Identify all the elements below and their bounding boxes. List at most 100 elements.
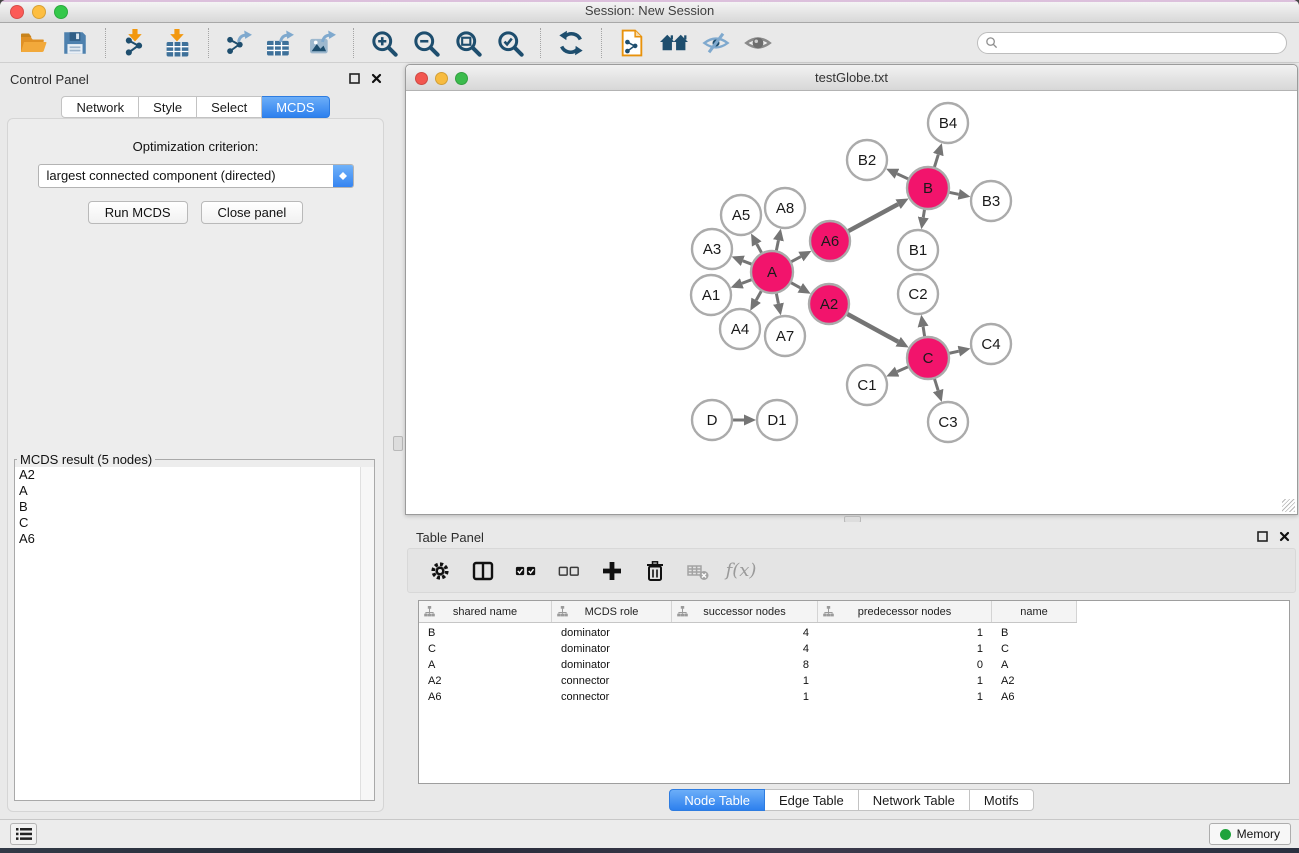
result-item[interactable]: C <box>15 515 374 531</box>
network-canvas[interactable]: B4 B2 B B3 A8A5 A6 A3 B1 A A1 C2 A2 A4A7 C4 C C1 C3 D D1 <box>406 91 1297 514</box>
maximize-window-icon[interactable] <box>54 5 68 19</box>
minimize-window-icon[interactable] <box>32 5 46 19</box>
task-history-button[interactable] <box>10 823 37 845</box>
import-network-button[interactable] <box>115 26 157 60</box>
column-header-predecessor-nodes[interactable]: predecessor nodes <box>818 601 992 622</box>
column-header-successor-nodes[interactable]: successor nodes <box>672 601 818 622</box>
save-session-button[interactable] <box>54 26 96 60</box>
node-B4[interactable]: B4 <box>928 103 968 143</box>
table-cell: A <box>992 659 1077 671</box>
network-window-title: testGlobe.txt <box>406 65 1297 90</box>
result-item[interactable]: B <box>15 499 374 515</box>
node-C[interactable]: C <box>907 337 949 379</box>
table-row[interactable]: Cdominator41C <box>419 641 1289 657</box>
home-button[interactable] <box>653 26 695 60</box>
result-item[interactable]: A6 <box>15 531 374 547</box>
zoom-out-button[interactable] <box>405 26 447 60</box>
table-row[interactable]: Bdominator41B <box>419 625 1289 641</box>
result-item[interactable]: A2 <box>15 467 374 483</box>
resize-grip[interactable] <box>1282 499 1295 512</box>
export-network-button[interactable] <box>218 26 260 60</box>
node-label: C3 <box>938 414 957 431</box>
tab-mcds[interactable]: MCDS <box>262 96 329 118</box>
desktop-edge <box>0 848 1299 853</box>
zoom-in-button[interactable] <box>363 26 405 60</box>
tab-motifs[interactable]: Motifs <box>970 789 1034 811</box>
export-image-button[interactable] <box>302 26 344 60</box>
run-mcds-button[interactable]: Run MCDS <box>88 201 188 224</box>
refresh-button[interactable] <box>550 26 592 60</box>
edge-A2-C[interactable] <box>845 313 898 342</box>
split-columns-button[interactable] <box>465 553 501 589</box>
float-panel-icon[interactable] <box>1257 531 1268 542</box>
node-A8[interactable]: A8 <box>765 188 805 228</box>
node-D1[interactable]: D1 <box>757 400 797 440</box>
search-box[interactable] <box>977 32 1287 54</box>
zoom-fit-button[interactable] <box>447 26 489 60</box>
table-cell: C <box>419 643 552 655</box>
column-header-name[interactable]: name <box>992 601 1077 622</box>
criterion-dropdown[interactable]: largest connected component (directed) <box>38 164 354 188</box>
minimize-network-icon[interactable] <box>435 72 448 85</box>
tab-node-table[interactable]: Node Table <box>669 789 765 811</box>
deselect-all-columns-button[interactable] <box>551 553 587 589</box>
search-input[interactable] <box>1003 34 1279 52</box>
node-B2[interactable]: B2 <box>847 140 887 180</box>
settings-button[interactable] <box>422 553 458 589</box>
vertical-splitter[interactable] <box>391 64 404 820</box>
node-A3[interactable]: A3 <box>692 229 732 269</box>
node-A5[interactable]: A5 <box>721 195 761 235</box>
result-item[interactable]: A <box>15 483 374 499</box>
node-A[interactable]: A <box>751 251 793 293</box>
network-canvas-wrap[interactable]: B4 B2 B B3 A8A5 A6 A3 B1 A A1 C2 A2 A4A7 C4 C C1 C3 D D1 <box>406 91 1297 514</box>
horizontal-splitter[interactable] <box>404 515 1299 522</box>
table-row[interactable]: Adominator80A <box>419 657 1289 673</box>
node-B[interactable]: B <box>907 167 949 209</box>
memory-button[interactable]: Memory <box>1209 823 1291 845</box>
import-table-button[interactable] <box>157 26 199 60</box>
node-B1[interactable]: B1 <box>898 230 938 270</box>
node-A4[interactable]: A4 <box>720 309 760 349</box>
node-A1[interactable]: A1 <box>691 275 731 315</box>
open-session-button[interactable] <box>12 26 54 60</box>
select-all-columns-button[interactable] <box>508 553 544 589</box>
float-panel-icon[interactable] <box>349 73 360 84</box>
edge-A6-B[interactable] <box>846 204 898 232</box>
node-B3[interactable]: B3 <box>971 181 1011 221</box>
close-panel-button[interactable]: Close panel <box>201 201 304 224</box>
close-network-icon[interactable] <box>415 72 428 85</box>
column-header-MCDS-role[interactable]: MCDS role <box>552 601 672 622</box>
tab-network-table[interactable]: Network Table <box>859 789 970 811</box>
tab-style[interactable]: Style <box>139 96 197 118</box>
network-document-button[interactable] <box>611 26 653 60</box>
node-A7[interactable]: A7 <box>765 316 805 356</box>
node-C1[interactable]: C1 <box>847 365 887 405</box>
result-scrollbar[interactable] <box>360 467 374 800</box>
close-window-icon[interactable] <box>10 5 24 19</box>
column-header-shared-name[interactable]: shared name <box>419 601 552 622</box>
hide-visibility-button[interactable] <box>695 26 737 60</box>
node-C2[interactable]: C2 <box>898 274 938 314</box>
optimization-criterion-label: Optimization criterion: <box>8 139 383 154</box>
node-A6[interactable]: A6 <box>810 221 850 261</box>
node-A2[interactable]: A2 <box>809 284 849 324</box>
node-C3[interactable]: C3 <box>928 402 968 442</box>
zoom-selected-button[interactable] <box>489 26 531 60</box>
close-panel-icon[interactable] <box>1279 531 1290 542</box>
maximize-network-icon[interactable] <box>455 72 468 85</box>
node-D[interactable]: D <box>692 400 732 440</box>
tab-select[interactable]: Select <box>197 96 262 118</box>
table-header-row: shared nameMCDS rolesuccessor nodesprede… <box>419 601 1077 623</box>
show-visibility-button[interactable] <box>737 26 779 60</box>
node-C4[interactable]: C4 <box>971 324 1011 364</box>
delete-column-button[interactable] <box>637 553 673 589</box>
add-column-button[interactable] <box>594 553 630 589</box>
splitter-handle[interactable] <box>393 436 403 451</box>
close-panel-icon[interactable] <box>371 73 382 84</box>
table-row[interactable]: A2connector11A2 <box>419 673 1289 689</box>
table-row[interactable]: A6connector11A6 <box>419 689 1289 705</box>
tab-edge-table[interactable]: Edge Table <box>765 789 859 811</box>
tab-network[interactable]: Network <box>61 96 139 118</box>
table-cell: 8 <box>672 659 818 671</box>
export-table-button[interactable] <box>260 26 302 60</box>
